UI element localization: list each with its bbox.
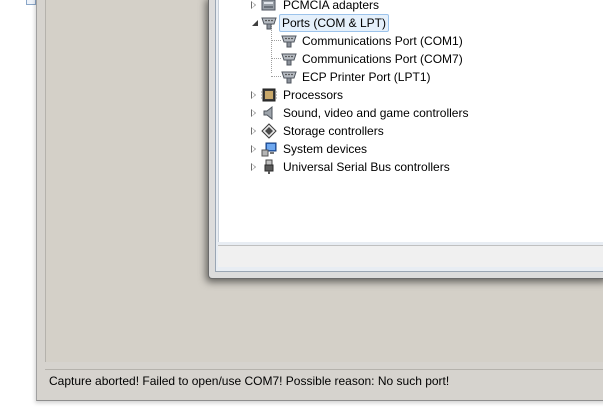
system-devices-icon: [261, 141, 277, 157]
expand-arrow-icon[interactable]: [251, 1, 256, 9]
status-message: Capture aborted! Failed to open/use COM7…: [49, 374, 450, 388]
tree-item-processors[interactable]: Processors: [219, 86, 599, 104]
speaker-icon: [261, 105, 277, 121]
tree-item-label: Universal Serial Bus controllers: [283, 160, 450, 174]
tree-item-usb-controllers[interactable]: Universal Serial Bus controllers: [219, 158, 599, 176]
device-manager-frame: PCMCIA adapters Ports (COM & LPT) Commun…: [215, 0, 603, 272]
expand-arrow-icon[interactable]: [251, 163, 256, 171]
tree-item-label: ECP Printer Port (LPT1): [302, 70, 431, 84]
port-icon: [281, 69, 297, 85]
port-icon: [281, 33, 297, 49]
tree-item-system-devices[interactable]: System devices: [219, 140, 599, 158]
expand-arrow-icon[interactable]: [251, 145, 256, 153]
tree-item-lpt1[interactable]: ECP Printer Port (LPT1): [219, 68, 599, 86]
tree-item-label: System devices: [283, 142, 368, 156]
tree-item-com1[interactable]: Communications Port (COM1): [219, 32, 599, 50]
device-tree: PCMCIA adapters Ports (COM & LPT) Commun…: [218, 0, 603, 242]
tree-item-label: PCMCIA adapters: [283, 0, 380, 12]
expand-arrow-icon[interactable]: [251, 109, 256, 117]
tree-item-pcmcia-adapters[interactable]: PCMCIA adapters: [219, 0, 599, 14]
tree-item-label: Processors: [283, 88, 344, 102]
tree-item-label: Storage controllers: [283, 124, 384, 138]
port-icon: [261, 15, 277, 31]
tree-item-sound-video-game[interactable]: Sound, video and game controllers: [219, 104, 599, 122]
tree-item-com7[interactable]: Communications Port (COM7): [219, 50, 599, 68]
storage-icon: [261, 123, 277, 139]
tree-item-label: Sound, video and game controllers: [283, 106, 469, 120]
usb-icon: [261, 159, 277, 175]
app-status-bar: Capture aborted! Failed to open/use COM7…: [45, 369, 603, 391]
pcmcia-icon: [261, 0, 277, 13]
tree-item-label: Communications Port (COM1): [302, 34, 463, 48]
processor-icon: [261, 87, 277, 103]
expand-arrow-icon[interactable]: [251, 91, 256, 99]
collapse-arrow-icon[interactable]: [252, 20, 258, 26]
tree-item-ports[interactable]: Ports (COM & LPT): [219, 14, 599, 32]
device-manager-status-strip: [218, 245, 603, 267]
tree-item-storage-controllers[interactable]: Storage controllers: [219, 122, 599, 140]
window-corner-fragment: [26, 0, 36, 5]
tree-item-label: Ports (COM & LPT): [279, 14, 390, 32]
device-manager-window: PCMCIA adapters Ports (COM & LPT) Commun…: [208, 0, 603, 279]
tree-item-label: Communications Port (COM7): [302, 52, 463, 66]
port-icon: [281, 51, 297, 67]
expand-arrow-icon[interactable]: [251, 127, 256, 135]
